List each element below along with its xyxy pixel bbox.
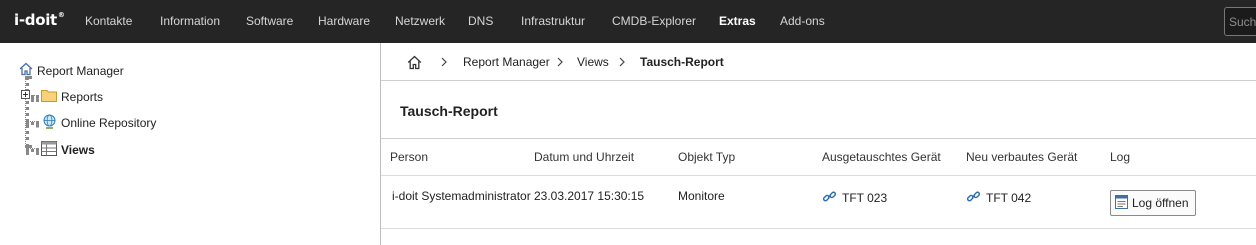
nav-cmdb-explorer[interactable]: CMDB-Explorer [612, 14, 696, 28]
logo-registered-mark: ® [57, 11, 65, 19]
nav-information[interactable]: Information [160, 14, 220, 28]
chevron-right-icon [618, 56, 626, 70]
divider [381, 175, 1256, 176]
breadcrumb-views[interactable]: Views [577, 55, 609, 69]
cell-person: i-doit Systemadministrator [392, 189, 531, 203]
report-tree-panel: Report Manager Reports Online Repository… [0, 43, 380, 245]
link-icon [966, 189, 981, 207]
breadcrumb-current: Tausch-Report [640, 55, 724, 69]
tree-item-label: Reports [61, 89, 104, 104]
tree-item-label: Online Repository [61, 116, 157, 130]
expand-reports-toggle[interactable] [21, 90, 30, 99]
chevron-right-icon [556, 56, 564, 70]
tree-root-label: Report Manager [37, 63, 124, 78]
divider [381, 228, 1256, 229]
tree-connector-vertical [25, 76, 29, 148]
globe-icon [42, 114, 57, 132]
tree-root-report-manager[interactable]: Report Manager [19, 62, 124, 79]
nav-netzwerk[interactable]: Netzwerk [395, 14, 445, 28]
nav-kontakte[interactable]: Kontakte [85, 14, 132, 28]
log-document-icon [1115, 194, 1128, 212]
table-view-icon [41, 141, 57, 159]
column-header-datetime[interactable]: Datum und Uhrzeit [534, 150, 634, 164]
search-input[interactable] [1224, 7, 1256, 36]
tree-item-views[interactable]: Views [41, 141, 95, 159]
tree-connector [26, 121, 39, 125]
page-title: Tausch-Report [400, 103, 498, 119]
idoit-logo[interactable]: i-doit® [14, 11, 65, 31]
divider [381, 138, 1256, 139]
column-header-log[interactable]: Log [1110, 150, 1130, 164]
column-header-replaced-device[interactable]: Ausgetauschtes Gerät [822, 150, 941, 164]
tree-item-online-repository[interactable]: Online Repository [42, 114, 156, 132]
home-icon[interactable] [407, 55, 422, 73]
breadcrumb-report-manager[interactable]: Report Manager [463, 55, 550, 69]
column-header-object-type[interactable]: Objekt Typ [678, 150, 735, 164]
cell-new-device-link[interactable]: TFT 042 [966, 189, 1031, 207]
nav-hardware[interactable]: Hardware [318, 14, 370, 28]
open-log-label: Log öffnen [1132, 196, 1189, 210]
column-header-new-device[interactable]: Neu verbautes Gerät [966, 150, 1077, 164]
nav-add-ons[interactable]: Add-ons [780, 14, 825, 28]
open-log-button[interactable]: Log öffnen [1110, 190, 1196, 216]
cell-object-type: Monitore [678, 189, 725, 203]
logo-text: i-doit [14, 11, 57, 29]
nav-software[interactable]: Software [246, 14, 293, 28]
nav-dns[interactable]: DNS [468, 14, 493, 28]
tree-connector [31, 95, 39, 99]
breadcrumb: Report Manager Views Tausch-Report [381, 43, 1256, 81]
cell-datetime: 23.03.2017 15:30:15 [534, 189, 645, 203]
cell-replaced-device-link[interactable]: TFT 023 [822, 189, 887, 207]
new-device-label: TFT 042 [986, 191, 1032, 205]
column-header-person[interactable]: Person [390, 150, 428, 164]
tree-connector [26, 148, 39, 152]
folder-icon [41, 88, 57, 105]
link-icon [822, 189, 837, 207]
tree-item-reports[interactable]: Reports [41, 88, 103, 105]
nav-infrastruktur[interactable]: Infrastruktur [521, 14, 585, 28]
top-navigation-bar: i-doit® Kontakte Information Software Ha… [0, 0, 1256, 43]
chevron-right-icon [440, 56, 448, 70]
tree-item-label: Views [61, 143, 95, 157]
nav-extras[interactable]: Extras [719, 14, 756, 28]
replaced-device-label: TFT 023 [842, 191, 888, 205]
